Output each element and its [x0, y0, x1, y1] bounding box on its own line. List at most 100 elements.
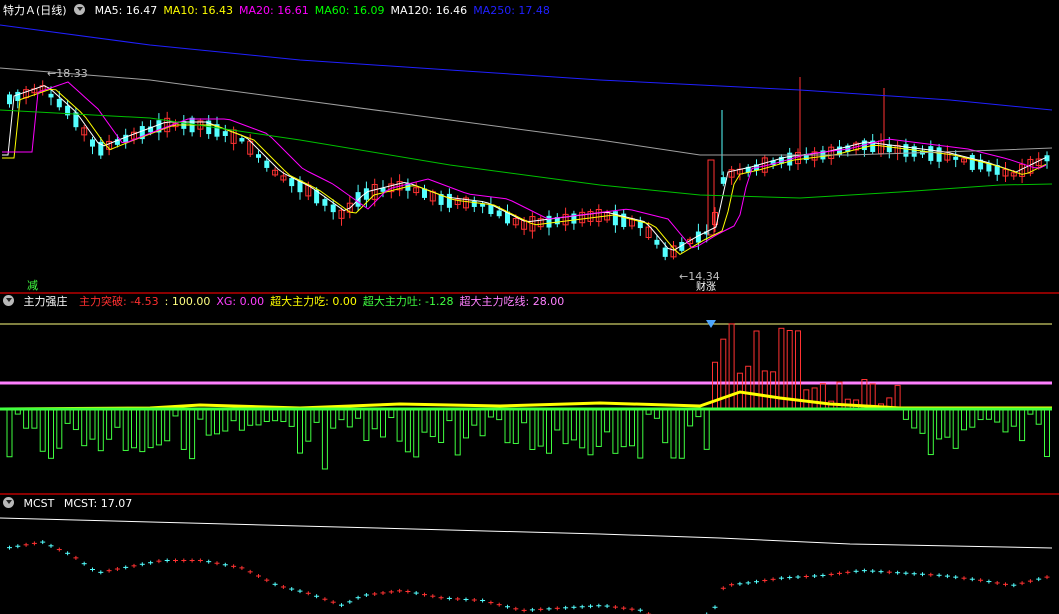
indicator-bar	[961, 408, 967, 431]
indicator-title: 主力强庄	[23, 295, 68, 308]
indicator-bar	[537, 408, 544, 447]
indicator-bar	[39, 408, 46, 452]
indicator-bar	[977, 408, 984, 421]
ma-legend-item-1: MA10: 16.43	[163, 4, 234, 17]
candle-body	[720, 177, 726, 184]
indicator-bar	[902, 408, 909, 420]
indicator-bar	[994, 408, 1001, 423]
indicator-bar	[969, 408, 976, 428]
ma250-line	[0, 24, 1053, 111]
indicator-bar	[471, 408, 478, 426]
candle-body	[654, 239, 660, 245]
settings-gear-icon[interactable]	[74, 4, 86, 15]
indicator-bar	[313, 408, 320, 423]
indicator-bar	[321, 408, 328, 470]
candle-body	[546, 215, 552, 228]
indicator-bar	[131, 408, 137, 449]
indicator-legend-item-5: 超大主力吃线: 28.00	[459, 295, 565, 308]
candle-body	[903, 144, 909, 157]
ma-legend-item-4: MA120: 16.46	[390, 4, 468, 17]
indicator-bar	[446, 408, 453, 422]
indicator-bar	[288, 408, 295, 427]
indicator-bar	[396, 408, 403, 442]
reduce-signal-tag: 减	[27, 279, 38, 292]
indicator-bar	[496, 408, 503, 421]
indicator-legend: 主力强庄 主力突破: -4.53: 100.00 XG: 0.00 超大主力吃: 0…	[3, 294, 576, 309]
indicator-bar	[214, 408, 220, 435]
indicator-bar	[81, 408, 88, 447]
indicator-bar	[180, 408, 187, 450]
indicator-bar	[546, 408, 552, 454]
indicator-bar	[1044, 408, 1050, 458]
indicator-bar	[297, 408, 303, 454]
indicator-bar	[421, 408, 428, 433]
candle-body	[264, 160, 270, 168]
indicator-bar	[620, 408, 627, 448]
ma-legend-item-5: MA250: 17.48	[473, 4, 550, 17]
ma-legend-item-0: MA5: 16.47	[94, 4, 158, 17]
high-price-label: ←18.33	[47, 67, 88, 80]
indicator-bar	[703, 408, 710, 450]
candle-body	[969, 154, 975, 170]
indicator-bar	[919, 408, 926, 434]
indicator-bar	[48, 408, 54, 459]
candle-body	[662, 247, 668, 257]
indicator-bar	[413, 408, 420, 458]
indicator-bar	[894, 384, 901, 410]
indicator-bar	[579, 408, 586, 449]
indicator-bar	[429, 408, 436, 438]
indicator-bar	[985, 408, 992, 420]
indicator-bar	[122, 408, 129, 451]
indicator-bar	[404, 408, 411, 453]
candle-body	[256, 154, 261, 158]
indicator-bar	[795, 330, 801, 410]
candle-body	[239, 138, 245, 142]
candle-body-big	[707, 159, 715, 236]
candle-body	[322, 199, 328, 206]
mcst-line	[0, 517, 1053, 549]
candle-body	[7, 94, 12, 105]
indicator-bar	[255, 408, 262, 426]
indicator-legend-item-3: 超大主力吃: 0.00	[270, 295, 357, 308]
indicator-bar	[1035, 408, 1042, 425]
indicator-bar	[305, 408, 312, 442]
indicator-bar	[189, 408, 196, 460]
indicator-bar	[338, 408, 345, 421]
indicator-bar	[521, 408, 528, 424]
indicator-bar	[604, 408, 611, 433]
indicator-legend-item-0: 主力突破: -4.53	[79, 295, 159, 308]
mcst-gear-icon[interactable]	[3, 497, 14, 508]
stock-chart-window: 特力Ａ(日线) MA5: 16.47 MA10: 16.43 MA20: 16.61…	[0, 0, 1059, 614]
ma-legend-item-3: MA60: 16.09	[314, 4, 385, 17]
indicator-bar	[147, 408, 154, 449]
indicator-bar	[280, 408, 287, 423]
indicator-bar	[6, 408, 13, 458]
indicator-bar	[629, 408, 635, 447]
indicator-bar	[222, 408, 229, 432]
indicator-chart[interactable]	[0, 294, 1059, 494]
indicator-bar	[512, 408, 519, 444]
mcst-legend: MCST MCST: 17.07	[3, 496, 144, 511]
indicator-bar	[346, 408, 353, 428]
indicator-bar	[562, 408, 569, 445]
candle-body	[936, 147, 942, 162]
candle-body	[56, 98, 62, 108]
kline-chart[interactable]	[0, 0, 1059, 293]
indicator-bar	[272, 408, 279, 422]
indicator-bar	[819, 383, 826, 410]
indicator-bar	[529, 408, 536, 450]
mcst-chart[interactable]	[0, 496, 1059, 614]
indicator-bar	[786, 330, 793, 410]
candle-body	[90, 139, 95, 147]
indicator-bar	[1002, 408, 1009, 433]
candle-body	[953, 156, 959, 160]
candle-body	[928, 146, 934, 161]
ma120-line	[0, 67, 1053, 156]
indicator-gear-icon[interactable]	[3, 295, 14, 306]
indicator-bar	[97, 408, 104, 452]
candle-body	[330, 204, 336, 213]
indicator-bar	[197, 408, 204, 420]
indicator-bar	[570, 408, 577, 441]
indicator-bar	[595, 408, 602, 447]
indicator-bar	[753, 330, 760, 410]
